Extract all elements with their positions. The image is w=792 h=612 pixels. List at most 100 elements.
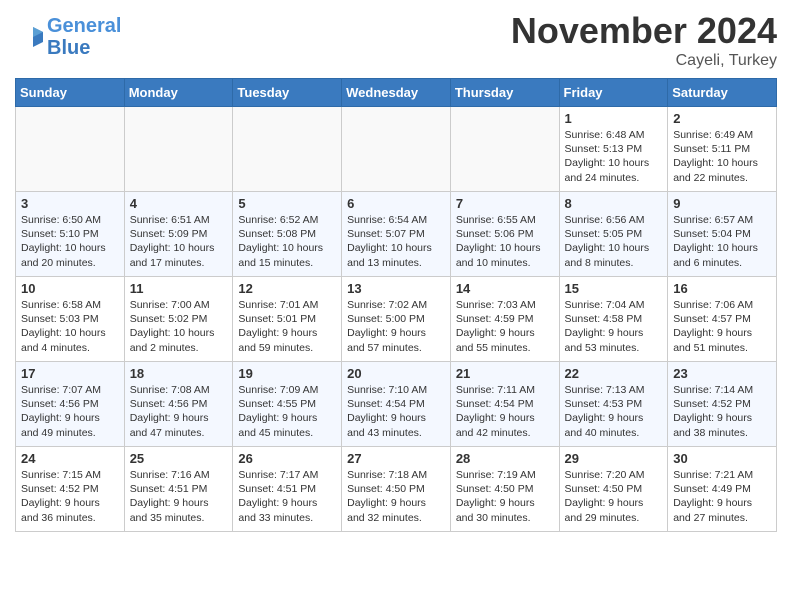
logo-text: General Blue <box>47 15 121 59</box>
day-info: Sunrise: 7:17 AM Sunset: 4:51 PM Dayligh… <box>238 468 336 525</box>
calendar-title: November 2024 <box>511 10 777 52</box>
calendar-cell: 28Sunrise: 7:19 AM Sunset: 4:50 PM Dayli… <box>450 447 559 532</box>
calendar-week-row: 10 Sunrise: 6:58 AM Sunset: 5:03 PM Dayli… <box>16 277 777 362</box>
day-info: Sunrise: 7:08 AM Sunset: 4:56 PM Dayligh… <box>130 383 228 440</box>
day-number: 20 <box>347 366 445 381</box>
day-number: 29 <box>565 451 663 466</box>
day-info: Sunrise: 6:58 AM Sunset: 5:03 PM Dayligh… <box>21 298 119 355</box>
day-info: Sunrise: 7:03 AM Sunset: 4:59 PM Dayligh… <box>456 298 554 355</box>
calendar-cell: 29 Sunrise: 7:20 AM Sunset: 4:50 PM Dayli… <box>559 447 668 532</box>
calendar-cell: 12 Sunrise: 7:01 AM Sunset: 5:01 PM Dayli… <box>233 277 342 362</box>
day-info: Sunrise: 7:16 AM Sunset: 4:51 PM Dayligh… <box>130 468 228 525</box>
day-info: Sunrise: 7:13 AM Sunset: 4:53 PM Dayligh… <box>565 383 663 440</box>
day-info: Sunrise: 6:52 AM Sunset: 5:08 PM Dayligh… <box>238 213 336 270</box>
calendar-cell: 25 Sunrise: 7:16 AM Sunset: 4:51 PM Dayli… <box>124 447 233 532</box>
day-number: 23 <box>673 366 771 381</box>
calendar-cell <box>124 107 233 192</box>
weekday-header-saturday: Saturday <box>668 79 777 107</box>
calendar-cell: 7 Sunrise: 6:55 AM Sunset: 5:06 PM Daylig… <box>450 192 559 277</box>
calendar-cell: 27 Sunrise: 7:18 AM Sunset: 4:50 PM Dayli… <box>342 447 451 532</box>
day-number: 26 <box>238 451 336 466</box>
day-info: Sunrise: 7:10 AM Sunset: 4:54 PM Dayligh… <box>347 383 445 440</box>
calendar-cell <box>16 107 125 192</box>
day-info: Sunrise: 6:48 AM Sunset: 5:13 PM Dayligh… <box>565 128 663 185</box>
day-number: 1 <box>565 111 663 126</box>
calendar-cell: 18 Sunrise: 7:08 AM Sunset: 4:56 PM Dayli… <box>124 362 233 447</box>
weekday-header-wednesday: Wednesday <box>342 79 451 107</box>
day-number: 9 <box>673 196 771 211</box>
calendar-cell: 17 Sunrise: 7:07 AM Sunset: 4:56 PM Dayli… <box>16 362 125 447</box>
day-number: 24 <box>21 451 119 466</box>
calendar-cell: 22 Sunrise: 7:13 AM Sunset: 4:53 PM Dayli… <box>559 362 668 447</box>
day-number: 14 <box>456 281 554 296</box>
day-number: 25 <box>130 451 228 466</box>
day-info: Sunrise: 7:15 AM Sunset: 4:52 PM Dayligh… <box>21 468 119 525</box>
calendar-cell <box>342 107 451 192</box>
calendar-week-row: 24 Sunrise: 7:15 AM Sunset: 4:52 PM Dayli… <box>16 447 777 532</box>
calendar-cell <box>450 107 559 192</box>
calendar-cell: 6 Sunrise: 6:54 AM Sunset: 5:07 PM Daylig… <box>342 192 451 277</box>
day-info: Sunrise: 6:51 AM Sunset: 5:09 PM Dayligh… <box>130 213 228 270</box>
header: General Blue November 2024 Cayeli, Turke… <box>15 10 777 70</box>
calendar-cell: 5 Sunrise: 6:52 AM Sunset: 5:08 PM Daylig… <box>233 192 342 277</box>
calendar-cell: 26 Sunrise: 7:17 AM Sunset: 4:51 PM Dayli… <box>233 447 342 532</box>
day-info: Sunrise: 6:57 AM Sunset: 5:04 PM Dayligh… <box>673 213 771 270</box>
calendar-cell: 11Sunrise: 7:00 AM Sunset: 5:02 PM Dayli… <box>124 277 233 362</box>
calendar-cell: 19 Sunrise: 7:09 AM Sunset: 4:55 PM Dayli… <box>233 362 342 447</box>
day-info: Sunrise: 7:18 AM Sunset: 4:50 PM Dayligh… <box>347 468 445 525</box>
day-info: Sunrise: 6:55 AM Sunset: 5:06 PM Dayligh… <box>456 213 554 270</box>
day-number: 15 <box>565 281 663 296</box>
day-number: 4 <box>130 196 228 211</box>
weekday-header-sunday: Sunday <box>16 79 125 107</box>
calendar-cell <box>233 107 342 192</box>
calendar-cell: 4 Sunrise: 6:51 AM Sunset: 5:09 PM Daylig… <box>124 192 233 277</box>
calendar-cell: 2Sunrise: 6:49 AM Sunset: 5:11 PM Daylig… <box>668 107 777 192</box>
day-number: 5 <box>238 196 336 211</box>
calendar-cell: 30 Sunrise: 7:21 AM Sunset: 4:49 PM Dayli… <box>668 447 777 532</box>
calendar-table: SundayMondayTuesdayWednesdayThursdayFrid… <box>15 78 777 532</box>
day-number: 10 <box>21 281 119 296</box>
day-number: 8 <box>565 196 663 211</box>
calendar-cell: 20 Sunrise: 7:10 AM Sunset: 4:54 PM Dayli… <box>342 362 451 447</box>
calendar-cell: 1 Sunrise: 6:48 AM Sunset: 5:13 PM Daylig… <box>559 107 668 192</box>
day-info: Sunrise: 7:07 AM Sunset: 4:56 PM Dayligh… <box>21 383 119 440</box>
day-number: 16 <box>673 281 771 296</box>
day-number: 18 <box>130 366 228 381</box>
day-info: Sunrise: 7:06 AM Sunset: 4:57 PM Dayligh… <box>673 298 771 355</box>
logo-icon <box>15 22 45 52</box>
day-number: 11 <box>130 281 228 296</box>
calendar-cell: 3Sunrise: 6:50 AM Sunset: 5:10 PM Daylig… <box>16 192 125 277</box>
day-info: Sunrise: 6:54 AM Sunset: 5:07 PM Dayligh… <box>347 213 445 270</box>
day-info: Sunrise: 7:21 AM Sunset: 4:49 PM Dayligh… <box>673 468 771 525</box>
title-block: November 2024 Cayeli, Turkey <box>511 10 777 70</box>
calendar-cell: 8Sunrise: 6:56 AM Sunset: 5:05 PM Daylig… <box>559 192 668 277</box>
day-number: 12 <box>238 281 336 296</box>
logo: General Blue <box>15 15 121 59</box>
day-info: Sunrise: 6:49 AM Sunset: 5:11 PM Dayligh… <box>673 128 771 185</box>
weekday-header-monday: Monday <box>124 79 233 107</box>
calendar-cell: 14 Sunrise: 7:03 AM Sunset: 4:59 PM Dayli… <box>450 277 559 362</box>
day-number: 30 <box>673 451 771 466</box>
calendar-cell: 21Sunrise: 7:11 AM Sunset: 4:54 PM Dayli… <box>450 362 559 447</box>
calendar-cell: 10 Sunrise: 6:58 AM Sunset: 5:03 PM Dayli… <box>16 277 125 362</box>
day-info: Sunrise: 7:11 AM Sunset: 4:54 PM Dayligh… <box>456 383 554 440</box>
day-info: Sunrise: 7:20 AM Sunset: 4:50 PM Dayligh… <box>565 468 663 525</box>
day-number: 22 <box>565 366 663 381</box>
day-info: Sunrise: 7:01 AM Sunset: 5:01 PM Dayligh… <box>238 298 336 355</box>
day-number: 6 <box>347 196 445 211</box>
day-info: Sunrise: 7:09 AM Sunset: 4:55 PM Dayligh… <box>238 383 336 440</box>
day-number: 27 <box>347 451 445 466</box>
day-info: Sunrise: 7:02 AM Sunset: 5:00 PM Dayligh… <box>347 298 445 355</box>
day-number: 7 <box>456 196 554 211</box>
calendar-cell: 13Sunrise: 7:02 AM Sunset: 5:00 PM Dayli… <box>342 277 451 362</box>
day-number: 19 <box>238 366 336 381</box>
logo-line2: Blue <box>47 37 90 59</box>
calendar-subtitle: Cayeli, Turkey <box>511 52 777 70</box>
day-number: 28 <box>456 451 554 466</box>
weekday-header-tuesday: Tuesday <box>233 79 342 107</box>
day-info: Sunrise: 7:04 AM Sunset: 4:58 PM Dayligh… <box>565 298 663 355</box>
weekday-header-thursday: Thursday <box>450 79 559 107</box>
calendar-week-row: 3Sunrise: 6:50 AM Sunset: 5:10 PM Daylig… <box>16 192 777 277</box>
day-info: Sunrise: 7:14 AM Sunset: 4:52 PM Dayligh… <box>673 383 771 440</box>
day-number: 17 <box>21 366 119 381</box>
